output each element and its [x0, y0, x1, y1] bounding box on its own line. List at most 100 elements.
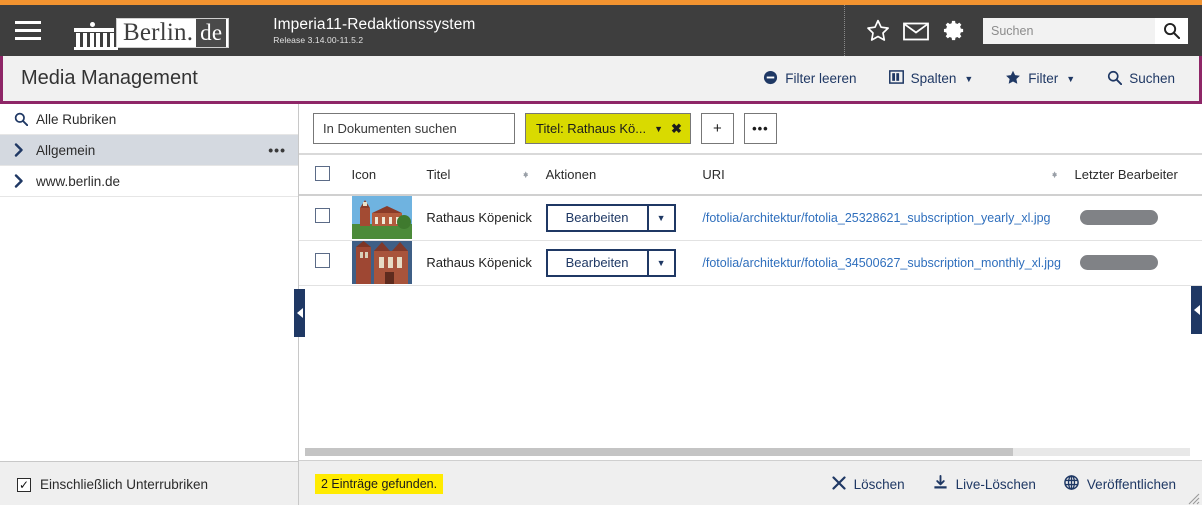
chevron-right-icon — [14, 174, 36, 188]
sidebar-item-www-berlin-de[interactable]: www.berlin.de — [0, 166, 298, 197]
veroeffentlichen-label: Veröffentlichen — [1086, 476, 1176, 492]
bearbeiten-label[interactable]: Bearbeiten — [547, 205, 647, 230]
logo-text-de: de — [196, 18, 227, 47]
redacted-user-pill — [1080, 210, 1159, 226]
chevron-down-icon: ▼ — [964, 73, 974, 84]
spalten-label: Spalten — [910, 71, 957, 86]
row-uri-cell: /fotolia/architektur/fotolia_34500627_su… — [696, 240, 1069, 286]
row-titel: Rathaus Köpenick — [420, 240, 540, 286]
media-table: Icon Titel ▲ ▼ Aktionen URI ▲ ▼ Letzter … — [299, 155, 1202, 286]
suchen-button[interactable]: Suchen — [1091, 66, 1191, 92]
scrollbar-thumb[interactable] — [305, 448, 1013, 456]
media-thumbnail[interactable] — [351, 196, 412, 240]
search-icon — [1107, 70, 1123, 88]
envelope-icon[interactable] — [897, 5, 935, 56]
app-header: Berlin. de Imperia11-Redaktionssystem Rel… — [0, 5, 1202, 56]
row-actions-cell: Bearbeiten ▼ — [539, 240, 697, 286]
row-thumbnail-cell — [345, 195, 421, 241]
document-search-input[interactable] — [313, 113, 515, 144]
spalten-button[interactable]: Spalten ▼ — [873, 66, 990, 91]
page-toolbar: Filter leeren Spalten ▼ Filter ▼ Suchen — [747, 66, 1191, 92]
filter-chip-label: Titel: Rathaus Kö... — [536, 121, 647, 136]
search-submit-button[interactable] — [1155, 17, 1188, 44]
horizontal-scrollbar[interactable] — [305, 448, 1190, 456]
filter-button[interactable]: Filter ▼ — [989, 66, 1091, 92]
table-row[interactable]: Rathaus Köpenick Bearbeiten ▼ /fotolia/a… — [299, 195, 1202, 241]
app-window: Berlin. de Imperia11-Redaktionssystem Rel… — [0, 0, 1202, 505]
header-search — [983, 17, 1188, 44]
table-body: Rathaus Köpenick Bearbeiten ▼ /fotolia/a… — [299, 195, 1202, 286]
brandenburg-gate-icon — [72, 18, 122, 50]
results-footer: 2 Einträge gefunden. Löschen Live-Lösche… — [299, 460, 1202, 505]
bearbeiten-split-button[interactable]: Bearbeiten ▼ — [545, 248, 676, 277]
sidebar-item-allgemein[interactable]: Allgemein ••• — [0, 135, 298, 166]
app-title-block: Imperia11-Redaktionssystem Release 3.14.… — [273, 16, 475, 45]
window-resize-grip[interactable] — [1188, 493, 1200, 505]
column-icon: Icon — [345, 155, 421, 196]
live-loeschen-label: Live-Löschen — [955, 476, 1036, 492]
footer-actions: Löschen Live-Löschen Veröffentlichen — [818, 471, 1190, 497]
add-filter-button[interactable]: + — [700, 113, 734, 144]
search-icon — [14, 112, 36, 126]
search-input[interactable] — [983, 17, 1155, 44]
sidebar-footer: ✓ Einschließlich Unterrubriken — [0, 461, 298, 505]
collapse-left-handle[interactable] — [294, 289, 305, 337]
media-thumbnail[interactable] — [351, 241, 412, 284]
close-icon[interactable]: ✖ — [671, 121, 682, 137]
column-titel[interactable]: Titel ▲ ▼ — [420, 155, 540, 196]
berlin-de-logo[interactable]: Berlin. de — [72, 14, 230, 50]
bearbeiten-label[interactable]: Bearbeiten — [547, 250, 647, 275]
sidebar-item-alle-rubriken[interactable]: Alle Rubriken — [0, 104, 298, 135]
collapse-right-handle[interactable] — [1191, 286, 1202, 334]
row-bearbeiter-cell — [1068, 195, 1202, 241]
select-all-checkbox[interactable] — [315, 165, 330, 181]
live-loeschen-button[interactable]: Live-Löschen — [919, 471, 1050, 497]
loeschen-label: Löschen — [853, 476, 905, 492]
sort-arrows-icon[interactable]: ▲ ▼ — [522, 169, 530, 179]
row-checkbox[interactable] — [315, 207, 330, 223]
download-icon — [933, 475, 948, 493]
body-split: Alle Rubriken Allgemein ••• www.berlin.d… — [0, 104, 1202, 505]
uri-link[interactable]: /fotolia/architektur/fotolia_25328621_su… — [702, 211, 1050, 225]
sidebar-item-context-menu-icon[interactable]: ••• — [268, 142, 286, 158]
gear-icon[interactable] — [935, 5, 973, 56]
active-filter-chip[interactable]: Titel: Rathaus Kö... ▼ ✖ — [525, 113, 691, 144]
row-thumbnail-cell — [345, 240, 421, 286]
column-uri[interactable]: URI ▲ ▼ — [696, 155, 1069, 196]
chevron-down-icon: ▼ — [1066, 73, 1076, 84]
row-select-cell — [299, 195, 346, 241]
row-checkbox[interactable] — [315, 252, 330, 268]
unterrubriken-checkbox[interactable]: ✓ — [17, 477, 31, 492]
row-actions-cell: Bearbeiten ▼ — [539, 195, 697, 241]
row-uri-cell: /fotolia/architektur/fotolia_25328621_su… — [696, 195, 1069, 241]
veroeffentlichen-button[interactable]: Veröffentlichen — [1050, 471, 1190, 497]
columns-icon — [888, 70, 904, 87]
chevron-down-icon[interactable]: ▼ — [646, 205, 674, 230]
loeschen-button[interactable]: Löschen — [818, 472, 919, 497]
filter-leeren-label: Filter leeren — [785, 71, 857, 86]
sidebar-item-label: www.berlin.de — [36, 173, 121, 189]
logo-wordmark: Berlin. de — [116, 17, 230, 48]
filter-leeren-button[interactable]: Filter leeren — [747, 66, 872, 92]
chevron-down-icon[interactable]: ▼ — [646, 250, 674, 275]
hamburger-icon[interactable] — [0, 5, 56, 56]
column-letzter-bearbeiter: Letzter Bearbeiter — [1068, 155, 1202, 196]
logo-text-dot: . — [186, 18, 194, 46]
chevron-down-icon[interactable]: ▼ — [654, 124, 663, 134]
row-bearbeiter-cell — [1068, 240, 1202, 286]
table-row[interactable]: Rathaus Köpenick Bearbeiten ▼ /fotolia/a… — [299, 240, 1202, 286]
minus-circle-icon — [763, 70, 778, 88]
column-uri-label: URI — [702, 167, 725, 182]
bearbeiten-split-button[interactable]: Bearbeiten ▼ — [545, 203, 676, 232]
page-titlebar: Media Management Filter leeren Spalten ▼ — [0, 56, 1202, 104]
uri-link[interactable]: /fotolia/architektur/fotolia_34500627_su… — [702, 256, 1061, 270]
filter-more-button[interactable]: ••• — [743, 113, 777, 144]
header-toolbar — [844, 5, 1202, 56]
x-icon — [831, 475, 846, 493]
app-title: Imperia11-Redaktionssystem — [273, 16, 476, 33]
sort-arrows-icon[interactable]: ▲ ▼ — [1051, 169, 1059, 179]
column-aktionen: Aktionen — [539, 155, 697, 196]
results-table-area: Icon Titel ▲ ▼ Aktionen URI ▲ ▼ Letzter … — [299, 155, 1202, 460]
star-icon[interactable] — [859, 5, 897, 56]
suchen-label: Suchen — [1129, 71, 1175, 86]
